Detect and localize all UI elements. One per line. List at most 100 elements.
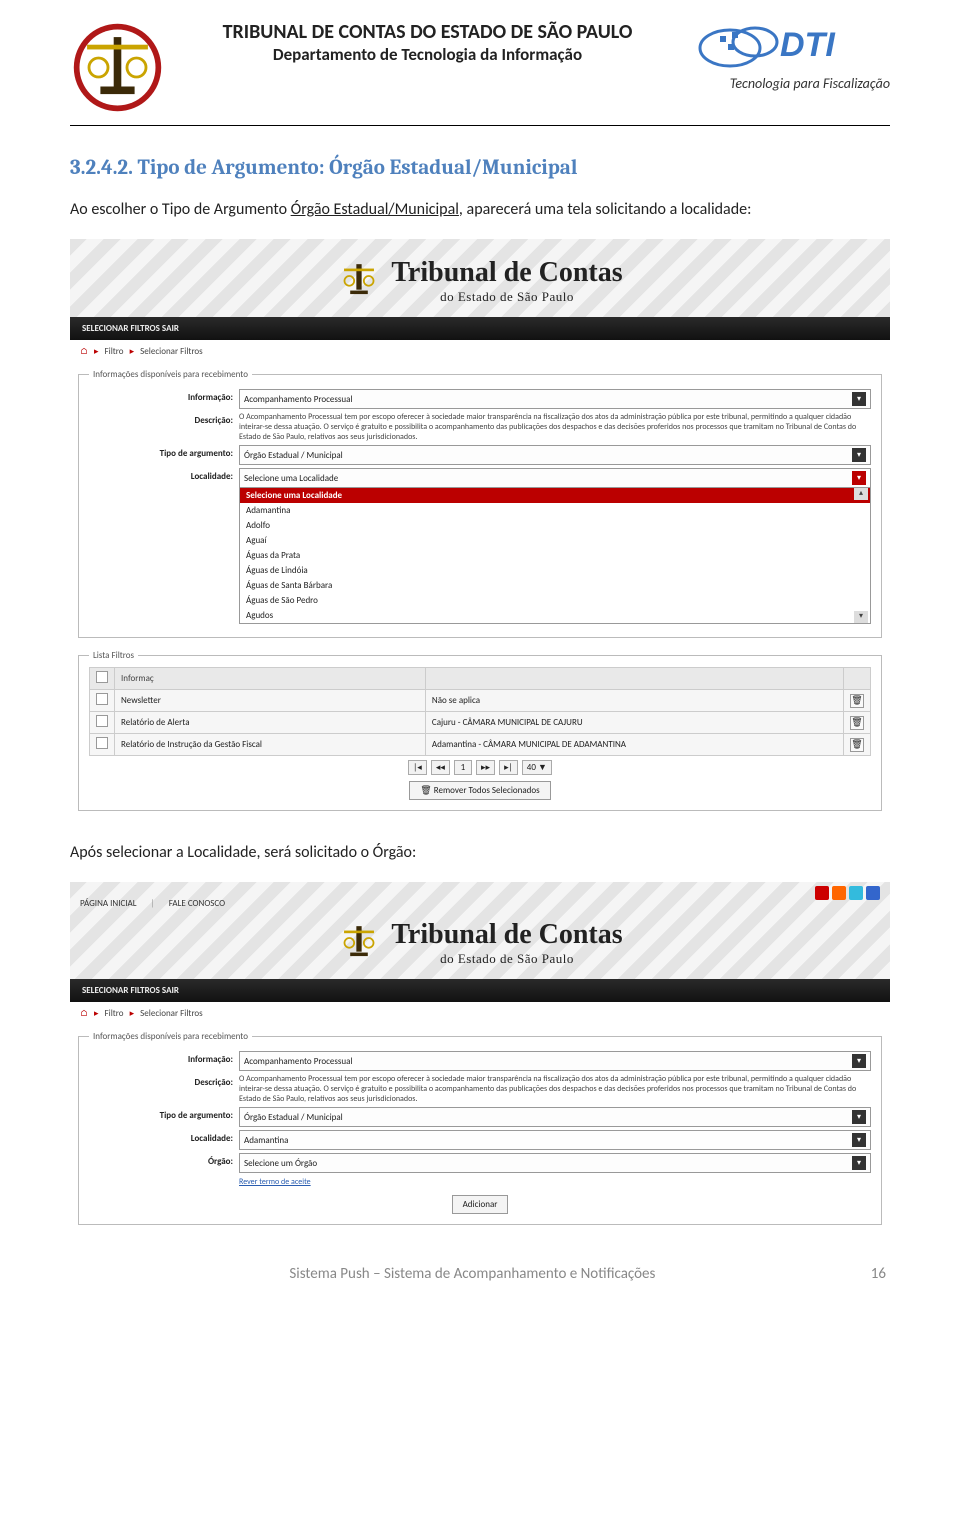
dropdown-option[interactable]: Águas de São Pedro <box>240 593 870 608</box>
chevron-down-icon: ▾ <box>852 471 866 485</box>
col-header <box>425 668 843 690</box>
pager-prev-button[interactable]: ◂◂ <box>431 760 450 775</box>
tipo-argumento-select[interactable]: Órgão Estadual / Municipal ▾ <box>239 445 871 465</box>
section-heading: 3.2.4.2. Tipo de Argumento: Órgão Estadu… <box>70 156 890 180</box>
localidade-select[interactable]: Adamantina ▾ <box>239 1130 871 1150</box>
select-value: Selecione uma Localidade <box>244 473 338 484</box>
app-menu-bar[interactable]: SELECIONAR FILTROS SAIR <box>70 979 890 1002</box>
chevron-down-icon: ▾ <box>852 1156 866 1170</box>
scroll-down-icon[interactable]: ▾ <box>854 611 868 623</box>
svg-text:DTI: DTI <box>780 26 836 64</box>
intro-paragraph-2: Após selecionar a Localidade, será solic… <box>70 841 890 864</box>
breadcrumb: ⌂ ▸ Filtro ▸ Selecionar Filtros <box>70 340 890 363</box>
dropdown-option[interactable]: Adamantina <box>240 503 870 518</box>
row-checkbox[interactable] <box>96 715 108 727</box>
crumb-item[interactable]: Filtro <box>105 1008 124 1019</box>
page-number: 16 <box>871 1265 886 1283</box>
scroll-up-icon[interactable]: ▴ <box>854 488 868 500</box>
info-receive-fieldset: Informações disponíveis para recebimento… <box>78 1031 882 1225</box>
cell: Newsletter <box>115 690 426 712</box>
delete-row-button[interactable]: 🗑 <box>850 738 864 752</box>
intro-underlined: Órgão Estadual/Municipal <box>291 200 459 219</box>
youtube-icon[interactable] <box>815 886 829 900</box>
info-receive-fieldset: Informações disponíveis para recebimento… <box>78 369 882 638</box>
dropdown-option[interactable]: Aguaí <box>240 533 870 548</box>
localidade-dropdown-list[interactable]: ▴ Selecione uma Localidade Adamantina Ad… <box>239 487 871 624</box>
informacao-select[interactable]: Acompanhamento Processual ▾ <box>239 1051 871 1071</box>
cell: Relatório de Instrução da Gestão Fiscal <box>115 734 426 756</box>
select-value: Acompanhamento Processual <box>244 1056 353 1067</box>
dropdown-option[interactable]: Selecione uma Localidade <box>240 488 870 503</box>
adicionar-button[interactable]: Adicionar <box>452 1195 509 1214</box>
delete-row-button[interactable]: 🗑 <box>850 694 864 708</box>
label-descricao: Descrição: <box>89 1074 239 1088</box>
dropdown-option[interactable]: Adolfo <box>240 518 870 533</box>
facebook-icon[interactable] <box>866 886 880 900</box>
descricao-text: O Acompanhamento Processual tem por esco… <box>239 412 871 442</box>
label-informacao: Informação: <box>89 1051 239 1065</box>
dropdown-option[interactable]: Águas de Lindóia <box>240 563 870 578</box>
select-value: Órgão Estadual / Municipal <box>244 450 343 461</box>
chevron-right-icon: ▸ <box>94 1008 99 1019</box>
dropdown-option[interactable]: Águas da Prata <box>240 548 870 563</box>
nav-link-home[interactable]: PÁGINA INICIAL <box>80 898 137 909</box>
remove-all-selected-button[interactable]: 🗑 Remover Todos Selecionados <box>409 781 550 800</box>
select-value: Órgão Estadual / Municipal <box>244 1112 343 1123</box>
informacao-select[interactable]: Acompanhamento Processual ▾ <box>239 389 871 409</box>
label-tipo-argumento: Tipo de argumento: <box>89 1107 239 1121</box>
app-menu-bar[interactable]: SELECIONAR FILTROS SAIR <box>70 317 890 340</box>
tipo-argumento-select[interactable]: Órgão Estadual / Municipal ▾ <box>239 1107 871 1127</box>
filters-table: Informaç Newsletter Não se aplica 🗑 Rela… <box>89 667 871 756</box>
screenshot-orgao: PÁGINA INICIAL | FALE CONOSCO <box>70 882 890 1225</box>
cell: Relatório de Alerta <box>115 712 426 734</box>
select-value: Selecione um Órgão <box>244 1158 317 1169</box>
chevron-right-icon: ▸ <box>94 346 99 357</box>
intro-text-after: , aparecerá uma tela solicitando a local… <box>459 200 751 219</box>
dti-logo: DTI Tecnologia para Fiscalização <box>690 20 890 92</box>
table-row: Relatório de Instrução da Gestão Fiscal … <box>90 734 871 756</box>
button-label: Remover Todos Selecionados <box>434 785 540 796</box>
fieldset-legend: Informações disponíveis para recebimento <box>89 1031 252 1042</box>
tce-crest-icon <box>70 20 165 115</box>
cell: Cajuru - CÂMARA MUNICIPAL DE CAJURU <box>425 712 843 734</box>
document-header: TRIBUNAL DE CONTAS DO ESTADO DE SÃO PAUL… <box>70 20 890 115</box>
app-logo-title: Tribunal de Contas <box>391 919 622 951</box>
chevron-down-icon: ▾ <box>852 1110 866 1124</box>
table-row: Relatório de Alerta Cajuru - CÂMARA MUNI… <box>90 712 871 734</box>
col-header: Informaç <box>115 668 426 690</box>
twitter-icon[interactable] <box>849 886 863 900</box>
row-checkbox[interactable] <box>96 693 108 705</box>
pager-next-button[interactable]: ▸▸ <box>476 760 495 775</box>
tce-mini-crest-icon <box>337 258 381 305</box>
chevron-right-icon: ▸ <box>130 1008 135 1019</box>
pager-first-button[interactable]: |◂ <box>408 760 427 775</box>
select-value: Adamantina <box>244 1135 288 1146</box>
lista-filtros-fieldset: Lista Filtros Informaç Newsletter Não se… <box>78 650 882 811</box>
chevron-down-icon: ▾ <box>852 392 866 406</box>
dropdown-option[interactable]: Águas de Santa Bárbara <box>240 578 870 593</box>
crumb-item[interactable]: Filtro <box>105 346 124 357</box>
crumb-item[interactable]: Selecionar Filtros <box>140 1008 203 1019</box>
row-checkbox[interactable] <box>96 737 108 749</box>
dropdown-option[interactable]: Agudos <box>240 608 870 623</box>
page-footer: Sistema Push – Sistema de Acompanhamento… <box>70 1265 890 1283</box>
select-all-checkbox[interactable] <box>96 671 108 683</box>
pager-last-button[interactable]: ▸| <box>499 760 518 775</box>
crumb-item[interactable]: Selecionar Filtros <box>140 346 203 357</box>
table-row: Newsletter Não se aplica 🗑 <box>90 690 871 712</box>
rss-icon[interactable] <box>832 886 846 900</box>
orgao-select[interactable]: Selecione um Órgão ▾ <box>239 1153 871 1173</box>
delete-row-button[interactable]: 🗑 <box>850 716 864 730</box>
intro-paragraph-1: Ao escolher o Tipo de Argumento Órgão Es… <box>70 198 890 221</box>
nav-link-contact[interactable]: FALE CONOSCO <box>169 898 225 909</box>
trash-icon: 🗑 <box>420 785 431 796</box>
rever-termo-link[interactable]: Rever termo de aceite <box>239 1177 311 1187</box>
label-localidade: Localidade: <box>89 1130 239 1144</box>
doc-title-line1: TRIBUNAL DE CONTAS DO ESTADO DE SÃO PAUL… <box>165 20 690 44</box>
pager-size-select[interactable]: 40 ▼ <box>522 760 552 775</box>
home-icon[interactable]: ⌂ <box>80 346 88 357</box>
pager-current[interactable]: 1 <box>454 760 472 775</box>
home-icon[interactable]: ⌂ <box>80 1008 88 1019</box>
dti-subtitle: Tecnologia para Fiscalização <box>690 75 890 92</box>
localidade-select[interactable]: Selecione uma Localidade ▾ <box>239 468 871 488</box>
